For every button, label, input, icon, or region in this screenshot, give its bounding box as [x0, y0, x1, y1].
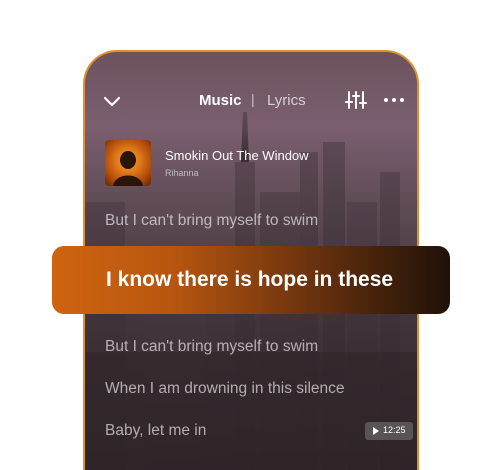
album-art-silhouette [113, 151, 143, 186]
more-icon[interactable] [383, 96, 405, 104]
lyric-line[interactable]: But I can't bring myself to swim [105, 212, 318, 230]
timestamp-badge[interactable]: 12:25 [365, 422, 413, 440]
tab-separator: | [251, 91, 255, 107]
tab-music[interactable]: Music [199, 92, 242, 109]
equalizer-icon[interactable] [345, 90, 367, 110]
lyric-line[interactable]: Baby, let me in [105, 422, 206, 440]
album-cover[interactable] [105, 140, 151, 186]
lyric-line[interactable]: When I am drowning in this silence [105, 380, 345, 398]
play-icon [373, 427, 379, 435]
song-title: Smokin Out The Window [165, 148, 309, 163]
chevron-down-icon[interactable] [103, 94, 121, 108]
tab-lyrics[interactable]: Lyrics [267, 92, 306, 109]
artist-name: Rihanna [165, 168, 199, 178]
timestamp-text: 12:25 [383, 425, 406, 435]
current-lyric-highlight[interactable]: I know there is hope in these [52, 246, 450, 314]
top-bar: Music | Lyrics [85, 88, 417, 116]
current-lyric: I know there is hope in these [106, 268, 394, 291]
lyric-line[interactable]: But I can't bring myself to swim [105, 338, 318, 356]
